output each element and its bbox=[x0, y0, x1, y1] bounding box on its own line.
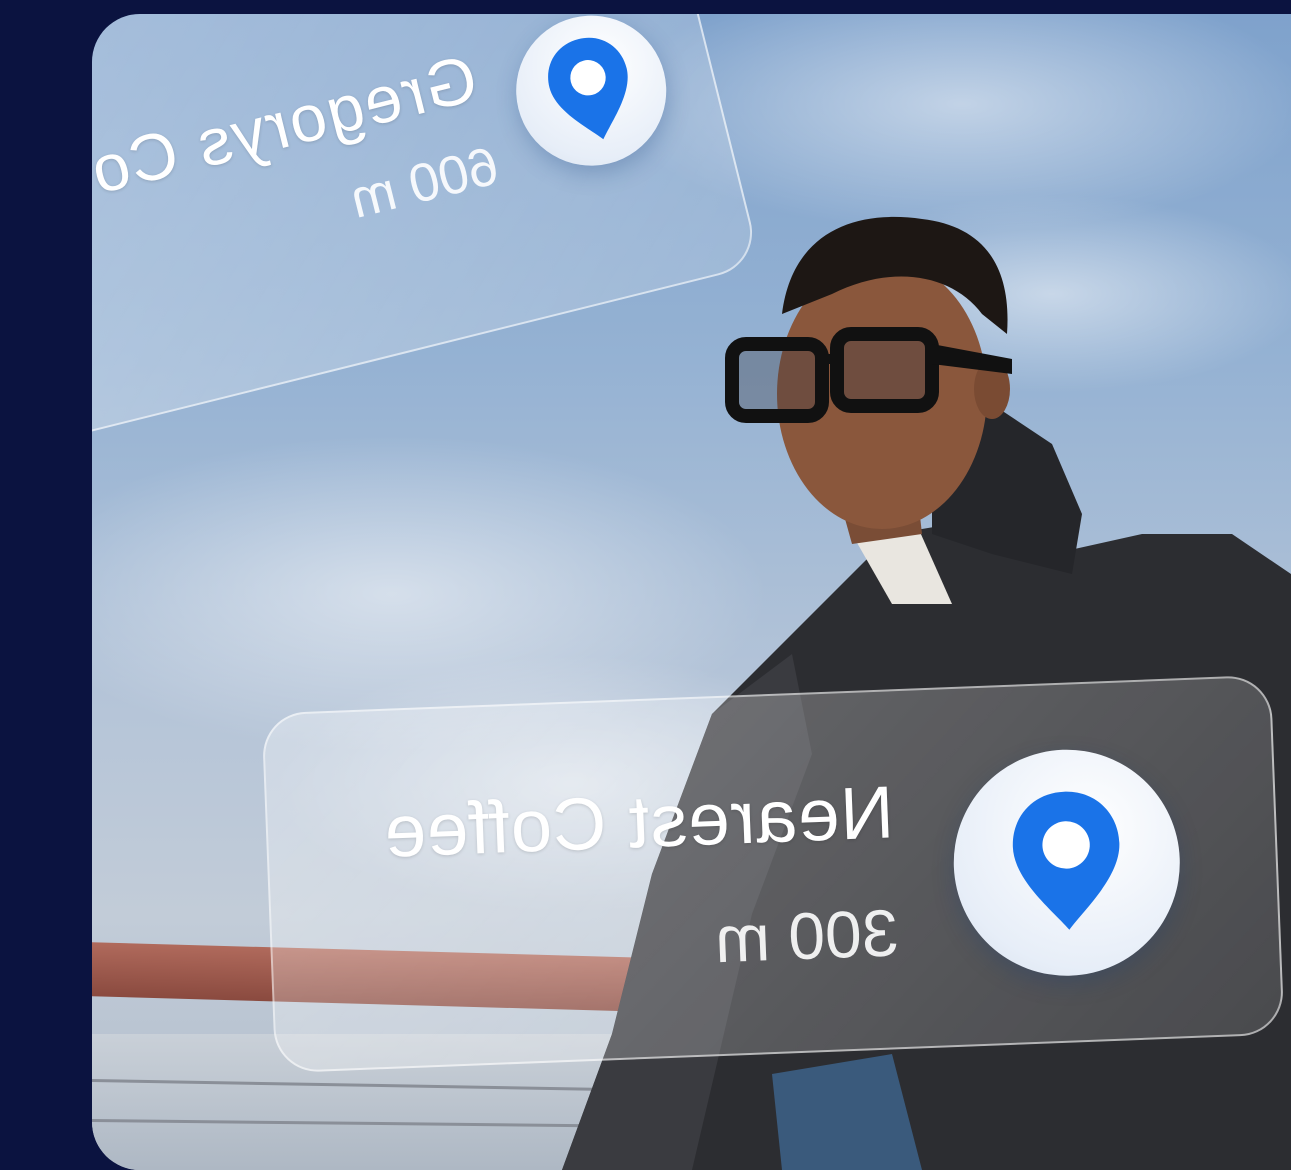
place-name: Nearest Coffee bbox=[382, 769, 896, 873]
card-content: Nearest Coffee 300 m bbox=[264, 677, 1283, 1071]
photo-frame: Gregorys Co 600 m Nearest Coffee 300 m bbox=[92, 14, 1291, 1170]
location-pin-icon bbox=[949, 745, 1185, 980]
navigation-card-bottom: Nearest Coffee 300 m bbox=[261, 674, 1285, 1074]
place-distance: 300 m bbox=[713, 894, 900, 976]
card-text: Nearest Coffee 300 m bbox=[382, 769, 900, 989]
location-pin-icon bbox=[500, 14, 683, 182]
card-text: Gregorys Co 600 m bbox=[92, 39, 505, 290]
